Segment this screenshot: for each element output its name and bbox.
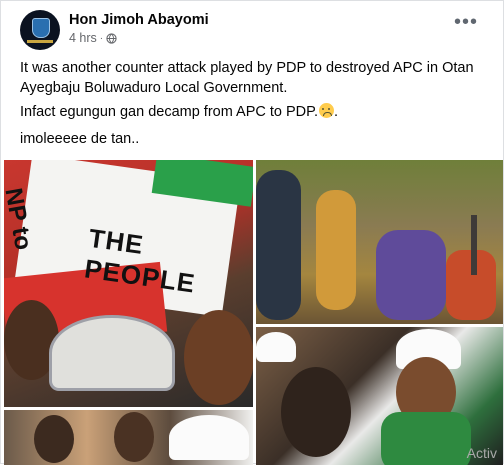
facebook-post: Hon Jimoh Abayomi 4 hrs · ••• It was ano… xyxy=(0,0,504,465)
crowd-person xyxy=(281,367,351,457)
post-text-paragraph-3: imoleeeee de tan.. xyxy=(20,131,140,147)
avatar-logo-bar xyxy=(27,40,53,43)
photo-pdp-flag[interactable]: NP to THE PEOPLE xyxy=(4,160,253,407)
crowd-person xyxy=(256,170,301,320)
white-cap xyxy=(256,332,296,362)
author-avatar[interactable] xyxy=(20,10,60,50)
avatar-shield-logo xyxy=(32,18,50,38)
crowd-person xyxy=(184,310,253,405)
post-timestamp[interactable]: 4 hrs xyxy=(69,31,97,45)
photo-crowd-faces[interactable] xyxy=(4,410,253,465)
activation-watermark: Activ xyxy=(466,445,497,461)
worried-face-icon xyxy=(318,103,334,118)
photo-masquerade-crowd[interactable] xyxy=(256,160,503,324)
signpost xyxy=(471,215,477,275)
crowd-person xyxy=(34,415,74,463)
masquerade-figure xyxy=(376,230,446,320)
post-meta: 4 hrs · xyxy=(69,31,117,45)
post-text-paragraph-2: Infact egungun gan decamp from APC to PD… xyxy=(20,103,339,120)
photo-supporters-caps[interactable]: Activ xyxy=(256,327,503,465)
post-text-paragraph-1: It was another counter attack played by … xyxy=(20,60,474,96)
green-shirt xyxy=(381,412,471,465)
author-name[interactable]: Hon Jimoh Abayomi xyxy=(69,12,209,28)
more-options-icon[interactable]: ••• xyxy=(454,12,478,32)
white-cap xyxy=(49,315,175,391)
globe-icon[interactable] xyxy=(106,32,117,44)
crowd-person xyxy=(114,412,154,462)
meta-separator: · xyxy=(99,32,104,44)
post-text-paragraph-2-content: Infact egungun gan decamp from APC to PD… xyxy=(20,104,318,120)
crowd-person xyxy=(316,190,356,310)
white-cap xyxy=(169,415,249,460)
